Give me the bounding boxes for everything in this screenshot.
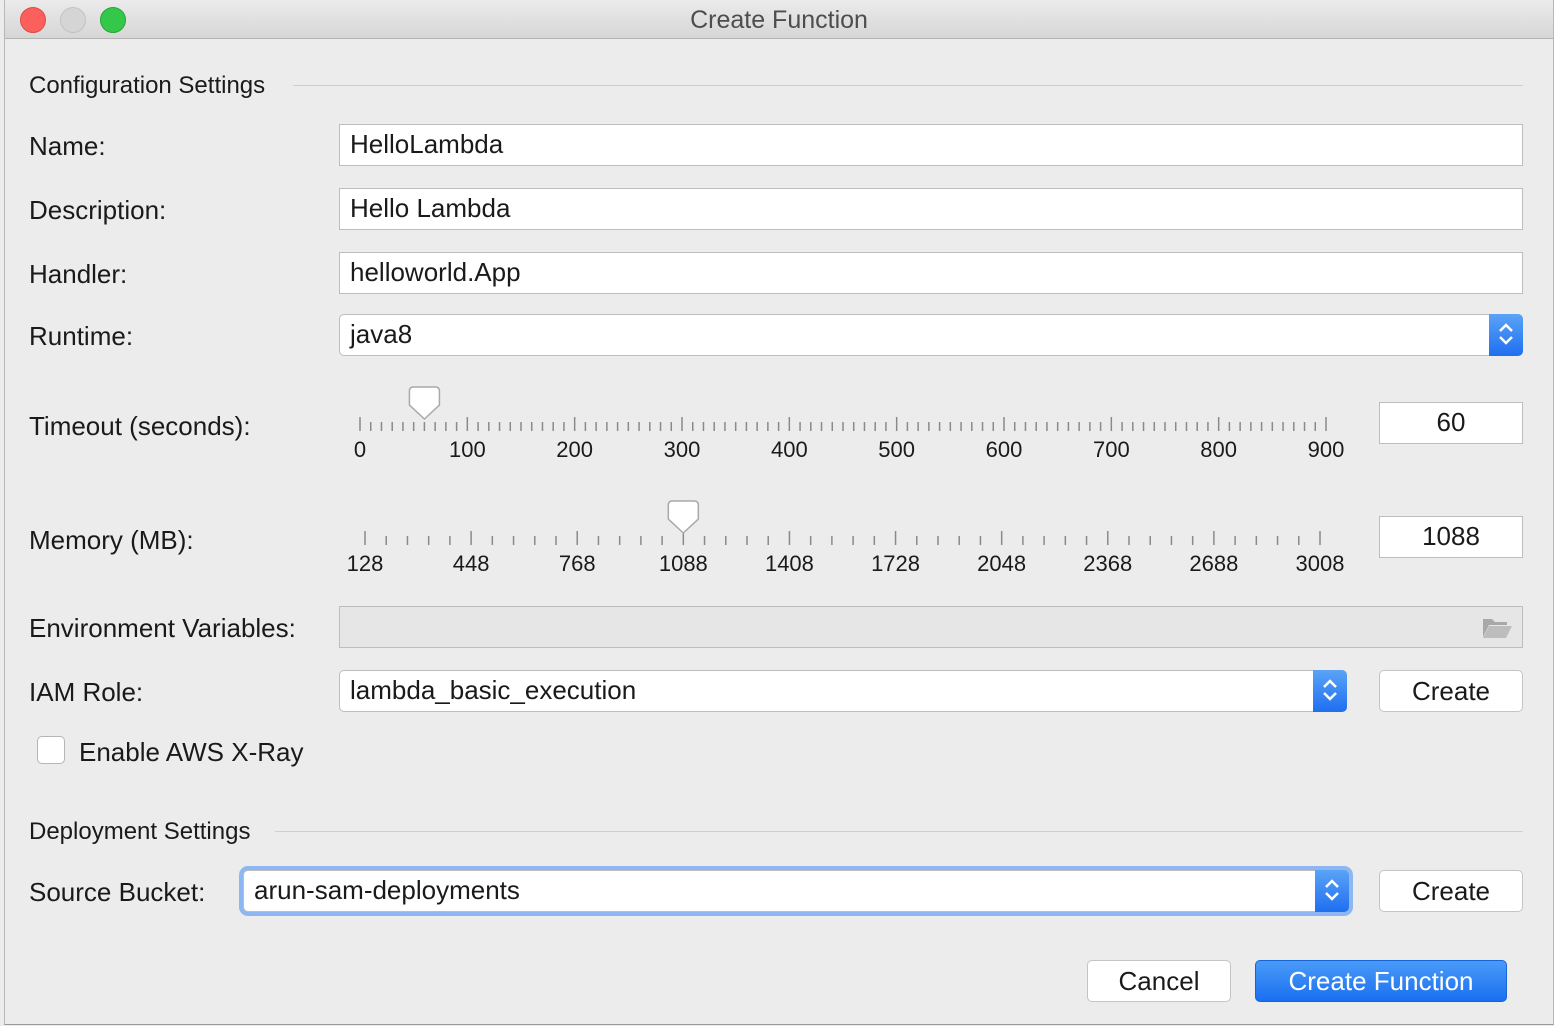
window-title: Create Function (690, 6, 868, 34)
timeout-tick-label: 600 (985, 437, 1023, 462)
iam-role-label: IAM Role: (29, 677, 144, 707)
memory-tick-label: 1728 (871, 551, 921, 576)
memory-tick-label: 2368 (1083, 551, 1133, 576)
name-label: Name: (29, 131, 106, 161)
timeout-tick-label: 700 (1092, 437, 1130, 462)
handler-input[interactable]: helloworld.App (339, 252, 1523, 294)
timeout-tick-label: 400 (770, 437, 808, 462)
memory-tick-label: 448 (452, 551, 490, 576)
enable-xray-label: Enable AWS X-Ray (79, 737, 304, 767)
source-bucket-value: arun-sam-deployments (254, 875, 520, 905)
deployment-settings-heading: Deployment Settings (29, 818, 251, 845)
memory-value-field[interactable]: 1088 (1379, 516, 1523, 558)
environment-variables-label: Environment Variables: (29, 613, 296, 643)
name-input[interactable]: HelloLambda (339, 124, 1523, 166)
create-function-dialog: Create Function Configuration Settings N… (4, 0, 1554, 1025)
memory-thumb[interactable] (667, 500, 700, 535)
enable-xray-checkbox[interactable] (37, 736, 65, 764)
memory-tick-label: 1408 (764, 551, 814, 576)
memory-tick-label: 2688 (1189, 551, 1239, 576)
environment-variables-field[interactable] (339, 606, 1523, 648)
timeout-tick-label: 500 (878, 437, 916, 462)
create-source-bucket-button[interactable]: Create (1379, 870, 1523, 912)
timeout-slider[interactable] (345, 385, 1355, 440)
timeout-label: Timeout (seconds): (29, 411, 251, 441)
runtime-label: Runtime: (29, 321, 134, 351)
iam-role-value: lambda_basic_execution (350, 675, 637, 705)
up-down-chevron-icon (1499, 323, 1513, 345)
description-label: Description: (29, 195, 167, 225)
timeout-value-field[interactable]: 60 (1379, 402, 1523, 444)
configuration-settings-heading: Configuration Settings (29, 72, 266, 99)
deployment-divider (275, 831, 1523, 832)
iam-role-dropdown-arrows[interactable] (1313, 670, 1347, 712)
memory-tick-label: 2048 (977, 551, 1027, 576)
create-iam-role-button[interactable]: Create (1379, 670, 1523, 712)
up-down-chevron-icon (1323, 679, 1337, 701)
timeout-thumb[interactable] (408, 386, 441, 421)
description-input[interactable]: Hello Lambda (339, 188, 1523, 230)
timeout-tick-label: 0 (353, 437, 367, 462)
memory-tick-label: 3008 (1295, 551, 1345, 576)
folder-open-icon[interactable] (1481, 615, 1513, 639)
timeout-tick-label: 200 (556, 437, 594, 462)
memory-tick-label: 1088 (658, 551, 708, 576)
source-bucket-select[interactable]: arun-sam-deployments (243, 870, 1349, 912)
memory-tick-label: 128 (346, 551, 384, 576)
timeout-tick-label: 300 (663, 437, 701, 462)
memory-tick-label: 768 (558, 551, 596, 576)
timeout-tick-label: 900 (1307, 437, 1345, 462)
handler-label: Handler: (29, 259, 128, 289)
memory-slider[interactable] (345, 499, 1355, 554)
timeout-tick-label: 800 (1200, 437, 1238, 462)
source-bucket-label: Source Bucket: (29, 877, 206, 907)
source-bucket-dropdown-arrows[interactable] (1315, 870, 1349, 912)
runtime-dropdown-arrows[interactable] (1489, 314, 1523, 356)
up-down-chevron-icon (1325, 879, 1339, 901)
create-function-button[interactable]: Create Function (1255, 960, 1507, 1002)
memory-label: Memory (MB): (29, 525, 194, 555)
iam-role-select[interactable]: lambda_basic_execution (339, 670, 1347, 712)
title-bar: Create Function (5, 0, 1553, 39)
runtime-select[interactable]: java8 (339, 314, 1523, 356)
cancel-button[interactable]: Cancel (1087, 960, 1231, 1002)
runtime-value: java8 (350, 319, 413, 349)
configuration-divider (293, 85, 1523, 86)
timeout-tick-label: 100 (448, 437, 486, 462)
